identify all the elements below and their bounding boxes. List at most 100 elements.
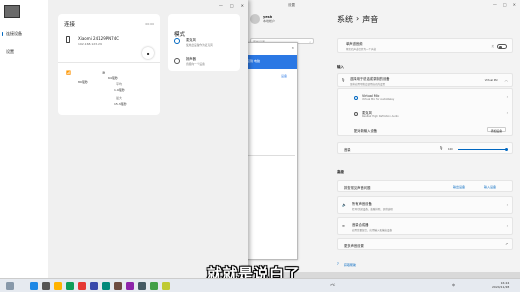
mono-state: 关 (491, 45, 494, 48)
clock-date: 2024/11/28 (492, 285, 510, 289)
audiorelay-window: 连接设备 设置 — □ ✕ 连接 00:00 Xiaomi 24129PN74C… (0, 0, 248, 278)
volume-row: 音量 🎙 100 (337, 142, 513, 154)
breadcrumb: 系统 › 声音 (337, 14, 378, 25)
breadcrumb-separator: › (356, 14, 360, 23)
file-explorer-icon[interactable] (54, 282, 62, 290)
mono-desc: 将左右声道合并为一个声道 (346, 48, 377, 51)
app-icon[interactable] (162, 282, 170, 290)
disconnect-button[interactable]: ▪ (142, 47, 154, 59)
output-devices-link[interactable]: 输出设备 (453, 185, 465, 189)
input-devices-link[interactable]: 输入设备 (484, 185, 496, 189)
connection-title: 连接 (64, 22, 76, 28)
microphone-icon: 🎙 (341, 78, 346, 82)
divider (58, 62, 160, 63)
radio-microphone[interactable] (354, 112, 358, 116)
input-device-selected[interactable]: Virtual Mic (485, 79, 498, 82)
choose-input-row[interactable]: 🎙 选择用于说话或录制的设备 某些应用可能会使用自己的设置 Virtual Mi… (337, 73, 513, 87)
volume-label: 音量 (344, 148, 351, 152)
mono-title: 单声道音频 (346, 42, 363, 46)
chevron-up-icon[interactable]: ︿ (505, 78, 509, 83)
avatar (250, 14, 260, 24)
all-devices-row[interactable]: 🔈 所有声音设备 打开/关闭设备、故障排除、其他选项 › (337, 196, 513, 214)
max-label: 最大 (116, 96, 123, 100)
mode-option-desc: 音频向一个设备 (186, 62, 205, 66)
clock[interactable]: 16:24 2024/11/28 (492, 281, 509, 289)
volume-value: 100 (448, 147, 453, 151)
mode-radio-microphone[interactable] (174, 38, 180, 44)
page-title: 声音 (362, 15, 379, 24)
app-icon[interactable] (114, 282, 122, 290)
settings-title: 设置 (288, 3, 295, 7)
chevron-right-icon: › (506, 224, 508, 228)
browser-icon[interactable] (66, 282, 74, 290)
minimize-icon[interactable]: — (219, 3, 223, 8)
dialog-window-controls: — □ ✕ (219, 3, 244, 8)
input-section-title: 输入 (337, 65, 344, 69)
user-card[interactable]: yesh 本地帐户 (250, 14, 275, 24)
close-icon[interactable]: ✕ (291, 46, 294, 50)
app-icon[interactable] (150, 282, 158, 290)
search-icon[interactable] (42, 282, 50, 290)
search-icon: ⌕ (309, 39, 311, 44)
more-sound-settings-row[interactable]: 更多声音设置 ↗ (337, 238, 513, 250)
connection-time: 00:00 (145, 22, 154, 26)
add-device-button[interactable]: 添加设备 (486, 127, 506, 133)
input-device-desc: Realtek High Definition Audio (362, 115, 399, 118)
device-name: Xiaomi 24129PN74C (78, 36, 120, 41)
get-help-link[interactable]: 获取帮助 (344, 263, 356, 267)
speaker-icon: 🔈 (342, 203, 347, 207)
mode-option-microphone[interactable]: 麦克风 使用此设备作为麦克风 (186, 37, 213, 47)
app-icon[interactable] (138, 282, 146, 290)
max-value: 15.3毫秒 (114, 102, 127, 106)
radio-virtual-mic[interactable] (354, 96, 358, 100)
advanced-section-title: 高级 (337, 170, 344, 174)
app-icon[interactable] (126, 282, 134, 290)
mode-option-label: 麦克风 (186, 38, 196, 42)
mode-option-speaker[interactable]: 扬声器 音频向一个设备 (186, 56, 205, 66)
avg-label: 平均 (116, 82, 123, 86)
input-language[interactable]: 中 (452, 283, 455, 287)
volume-slider-handle[interactable] (504, 148, 508, 151)
close-icon[interactable]: ✕ (241, 3, 244, 8)
mono-toggle[interactable] (497, 44, 507, 49)
mixer-title: 音量合成器 (352, 223, 369, 227)
device-ip: 192.168.123.29 (78, 42, 102, 46)
app-icon[interactable] (90, 282, 98, 290)
phone-tab[interactable]: 设备 (281, 74, 287, 78)
breadcrumb-parent[interactable]: 系统 (337, 14, 353, 25)
phone-icon (66, 36, 70, 43)
mode-radio-speaker[interactable] (174, 58, 180, 64)
mode-panel: 模式 麦克风 使用此设备作为麦克风 扬声器 音频向一个设备 (168, 14, 240, 71)
mode-option-desc: 使用此设备作为麦克风 (186, 43, 213, 47)
volume-mixer-row[interactable]: ≡ 音量合成器 应用音量混合、应用输入和输出设备 › (337, 217, 513, 235)
widgets-icon[interactable] (6, 282, 14, 290)
maximize-icon[interactable]: □ (230, 3, 234, 8)
start-icon[interactable] (30, 282, 38, 290)
troubleshoot-label: 排查常见声音问题 (344, 186, 371, 190)
wifi-latency: 64毫秒 (108, 76, 118, 80)
mode-option-label: 扬声器 (186, 57, 196, 61)
chevron-right-icon: › (506, 203, 508, 207)
pair-input-label: 配对新输入设备 (354, 129, 378, 133)
sidebar: 连接设备 设置 (0, 0, 48, 278)
all-devices-title: 所有声音设备 (352, 202, 372, 206)
troubleshoot-row: 排查常见声音问题 输出设备 输入设备 (337, 180, 513, 192)
weather-text[interactable]: 7℃ (330, 283, 335, 287)
sidebar-item-devices[interactable]: 连接设备 (2, 31, 22, 37)
app-icon[interactable] (102, 282, 110, 290)
app-icon (4, 5, 20, 18)
choose-input-title: 选择用于说话或录制的设备 (350, 77, 390, 81)
close-icon[interactable]: ✕ (513, 2, 516, 7)
choose-input-desc: 某些应用可能会使用自己的设置 (350, 83, 386, 86)
chevron-right-icon[interactable]: › (507, 111, 508, 115)
app-icon[interactable] (78, 282, 86, 290)
minimize-icon[interactable]: — (493, 2, 497, 7)
sidebar-item-settings[interactable]: 设置 (6, 49, 14, 55)
taskbar: 7℃ 中 16:24 2024/11/28 (0, 278, 520, 292)
volume-slider[interactable] (458, 149, 506, 150)
connection-panel: 连接 00:00 Xiaomi 24129PN74C 192.168.123.2… (58, 14, 160, 115)
maximize-icon[interactable]: □ (503, 2, 507, 7)
chevron-right-icon[interactable]: › (507, 95, 508, 99)
avg-value: 1.9毫秒 (114, 88, 125, 92)
signal-icon: 📶 (66, 70, 71, 75)
